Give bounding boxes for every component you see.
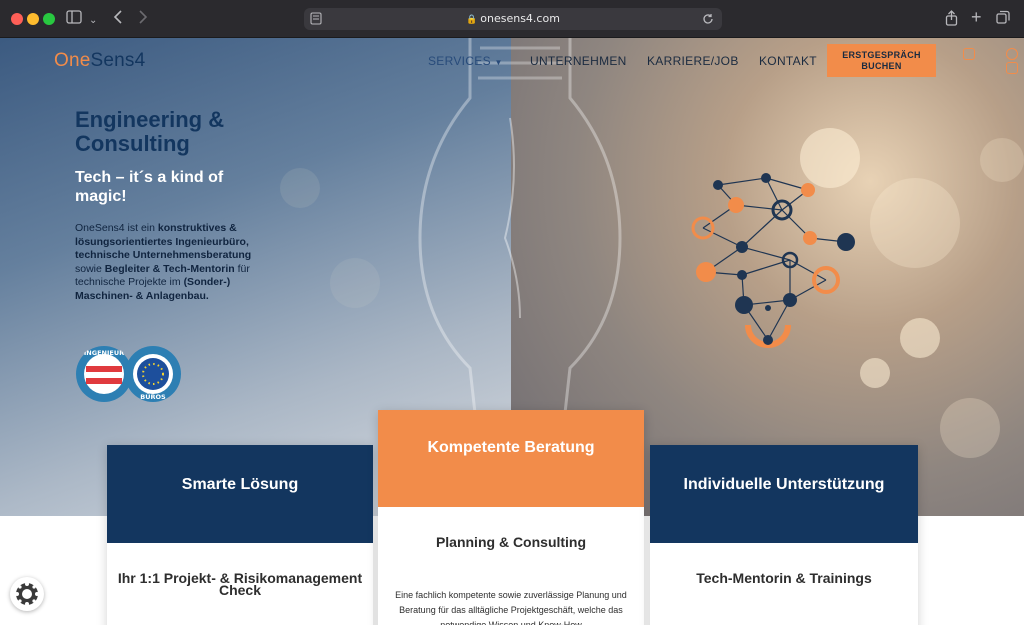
linkedin-icon[interactable] bbox=[1006, 62, 1018, 74]
card-individual-support[interactable]: Individuelle Unterstützung Tech-Mentorin… bbox=[650, 445, 918, 625]
card-head: Individuelle Unterstützung bbox=[650, 445, 918, 543]
site-logo[interactable]: OneSens4 bbox=[54, 50, 145, 72]
cookie-icon bbox=[15, 582, 39, 606]
hero-subtitle: Tech – it´s a kind of magic! bbox=[75, 169, 224, 205]
cta-line-1: ERSTGESPRÄCH bbox=[842, 50, 921, 60]
browser-toolbar: ⌄ 🔒 onesens4.com + bbox=[0, 0, 1024, 38]
nav-contact[interactable]: KONTAKT bbox=[759, 54, 817, 68]
card-head: Kompetente Beratung bbox=[378, 410, 644, 507]
forward-icon[interactable] bbox=[138, 10, 148, 29]
card-title: Tech-Mentorin & Trainings bbox=[696, 570, 872, 586]
card-title: Ihr 1:1 Projekt- & Risikomanagement Chec… bbox=[117, 570, 363, 598]
bokeh-light bbox=[870, 178, 960, 268]
close-window-button[interactable] bbox=[11, 13, 23, 25]
seal-text-bottom: BÜROS bbox=[140, 392, 166, 401]
cookie-settings-button[interactable] bbox=[10, 577, 44, 611]
bokeh-light bbox=[900, 318, 940, 358]
facebook-icon[interactable] bbox=[1006, 48, 1018, 60]
seal-text-top: INGENIEUR bbox=[84, 349, 124, 357]
tab-overview-icon[interactable] bbox=[996, 10, 1010, 29]
card-text: Eine fachlich kompetente sowie zuverläss… bbox=[395, 590, 627, 625]
url-text: onesens4.com bbox=[480, 12, 560, 25]
card-competent-consulting[interactable]: Kompetente Beratung Planning & Consultin… bbox=[378, 410, 644, 625]
logo-suffix: Sens4 bbox=[90, 50, 146, 71]
logo-prefix: One bbox=[54, 50, 91, 71]
card-smart-solution[interactable]: Smarte Lösung Ihr 1:1 Projekt- & Risikom… bbox=[107, 445, 373, 625]
nav-company[interactable]: UNTERNEHMEN bbox=[530, 54, 627, 68]
back-icon[interactable] bbox=[113, 10, 123, 29]
lock-icon: 🔒 bbox=[466, 15, 478, 25]
address-bar[interactable]: 🔒 onesens4.com bbox=[304, 8, 722, 30]
share-icon[interactable] bbox=[945, 10, 958, 31]
instagram-icon[interactable] bbox=[963, 48, 975, 60]
hero-description: OneSens4 ist ein konstruktives & lösungs… bbox=[75, 222, 260, 303]
card-title: Planning & Consulting bbox=[435, 534, 587, 550]
bokeh-light bbox=[280, 168, 320, 208]
new-tab-icon[interactable]: + bbox=[971, 8, 982, 26]
nav-career[interactable]: KARRIERE/JOB bbox=[647, 54, 739, 68]
bokeh-light bbox=[980, 138, 1024, 182]
lightbulb-graphic bbox=[418, 38, 622, 458]
bokeh-light bbox=[860, 358, 890, 388]
zoom-window-button[interactable] bbox=[43, 13, 55, 25]
sidebar-toggle-icon[interactable] bbox=[66, 10, 82, 29]
card-head: Smarte Lösung bbox=[107, 445, 373, 543]
minimize-window-button[interactable] bbox=[27, 13, 39, 25]
nav-services[interactable]: SERVICES ▼ bbox=[428, 54, 503, 68]
book-consultation-button[interactable]: ERSTGESPRÄCH BUCHEN bbox=[827, 44, 936, 77]
hero-body-bold: Begleiter & Tech-Mentorin bbox=[104, 262, 235, 275]
chevron-down-icon[interactable]: ⌄ bbox=[89, 12, 97, 30]
hero-body-text: OneSens4 ist ein bbox=[75, 222, 158, 234]
cta-line-2: BUCHEN bbox=[861, 61, 902, 71]
url-display: 🔒 onesens4.com bbox=[304, 12, 722, 25]
network-brain-graphic bbox=[691, 173, 855, 348]
bokeh-light bbox=[940, 398, 1000, 458]
hero-body-text: sowie bbox=[75, 262, 105, 275]
hero-title: Engineering & Consulting bbox=[75, 107, 225, 156]
caret-down-icon: ▼ bbox=[494, 58, 503, 67]
reload-icon[interactable] bbox=[702, 12, 714, 30]
eu-seal: BÜROS bbox=[125, 346, 181, 402]
nav-services-label: SERVICES bbox=[428, 54, 491, 68]
